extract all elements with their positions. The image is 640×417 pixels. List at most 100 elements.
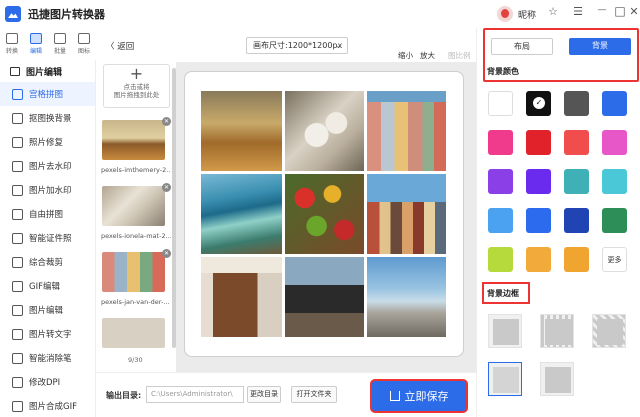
collage-cell[interactable] [285,257,364,337]
file-thumbnail[interactable] [102,120,165,160]
menu-item-grid-collage[interactable]: 宫格拼图 [0,82,95,106]
color-swatch[interactable] [564,208,589,233]
picture-icon [78,33,90,44]
file-thumbnail[interactable] [102,186,165,226]
collage-cell[interactable] [367,257,446,337]
edit-icon [30,33,42,44]
color-swatch[interactable] [564,247,589,272]
color-swatch[interactable] [526,208,551,233]
file-thumbnail[interactable] [102,318,165,348]
add-image-dropzone[interactable]: + 点击或将 图片拖拽到此处 [103,64,170,108]
collage-cell[interactable] [367,91,446,171]
collage-cell[interactable] [201,91,282,171]
menu-item-label: GIF编辑 [29,282,60,292]
rail-icon-tool[interactable]: 图标 [72,28,96,60]
color-swatch[interactable] [488,130,513,155]
minimize-button[interactable]: — [594,5,610,15]
collage-cell[interactable] [201,174,282,254]
collage-canvas[interactable] [189,76,459,352]
menu-item-label: 图片编辑 [29,306,64,316]
menu-item-cutout[interactable]: 抠图换背景 [0,106,95,130]
eraser-icon [12,352,23,364]
color-swatch[interactable] [488,169,513,194]
color-swatch[interactable] [564,91,589,116]
menu-item-gif-edit[interactable]: GIF编辑 [0,274,95,298]
menu-item-photo-repair[interactable]: 照片修复 [0,130,95,154]
rail-convert[interactable]: 转换 [0,28,24,60]
color-swatch[interactable] [488,208,513,233]
tab-layout[interactable]: 布局 [491,38,553,55]
more-colors-button[interactable]: 更多 [602,247,627,272]
collage-cell[interactable] [201,257,282,337]
color-swatch[interactable] [526,247,551,272]
menu-item-dpi[interactable]: 修改DPI [0,370,95,394]
border-preview [493,319,519,345]
collage-cell[interactable] [285,91,364,171]
change-directory-button[interactable]: 更改目录 [247,386,281,403]
color-swatch[interactable] [602,130,627,155]
menu-item-image-edit[interactable]: 图片编辑 [0,298,95,322]
batch-icon [54,33,66,44]
border-preview [493,367,519,393]
color-swatch[interactable] [526,130,551,155]
menu-item-crop[interactable]: 综合裁剪 [0,250,95,274]
menu-item-id-photo[interactable]: 智能证件照 [0,226,95,250]
user-name[interactable]: 昵称 [518,8,536,21]
color-swatch[interactable] [488,91,513,116]
menu-header[interactable]: 图片编辑 [0,60,95,82]
menu-item-free-collage[interactable]: 自由拼图 [0,202,95,226]
gif-icon [12,280,23,292]
color-swatch[interactable] [602,208,627,233]
zoom-in-button[interactable]: 放大 [420,50,435,61]
color-swatch[interactable] [526,169,551,194]
save-now-button[interactable]: 立即保存 [372,381,466,411]
file-counter: 9/30 [128,356,143,364]
color-swatch[interactable]: ✓ [526,91,551,116]
gif-compose-icon [12,400,23,412]
canvas-size-select[interactable]: 画布尺寸:1200*1200px ⌄ [246,37,348,54]
menu-item-gif-compose[interactable]: 图片合成GIF [0,394,95,417]
fit-ratio-button[interactable]: 图比例 [448,50,471,61]
menu-icon[interactable]: ☰ [570,5,586,18]
color-swatch[interactable] [488,247,513,272]
color-swatch[interactable] [564,130,589,155]
collage-cell[interactable] [367,174,446,254]
open-folder-button[interactable]: 打开文件夹 [291,386,337,403]
menu-header-label: 图片编辑 [26,67,63,78]
avatar[interactable] [497,6,513,22]
menu-item-label: 图片转文字 [29,330,72,340]
zoom-out-button[interactable]: 缩小 [398,50,413,61]
remove-watermark-icon [12,160,23,172]
pin-icon[interactable]: ☆ [545,5,561,18]
menu-item-label: 修改DPI [29,378,61,388]
back-button[interactable]: 〈 返回 [106,40,134,52]
border-style-stamp[interactable] [540,314,574,348]
border-style-zigzag[interactable] [592,314,626,348]
color-swatch[interactable] [602,91,627,116]
menu-item-remove-watermark[interactable]: 图片去水印 [0,154,95,178]
menu-item-ocr[interactable]: 图片转文字 [0,322,95,346]
collage-cell[interactable] [285,174,364,254]
menu-item-eraser[interactable]: 智能消除笔 [0,346,95,370]
color-swatch[interactable] [564,169,589,194]
file-thumbnail[interactable] [102,252,165,292]
close-button[interactable]: ✕ [626,5,640,18]
rail-batch[interactable]: 批量 [48,28,72,60]
output-path-field[interactable]: C:\Users\Administrator\ [146,386,244,403]
save-label: 立即保存 [404,390,449,403]
user-account[interactable]: 昵称 [497,6,536,22]
canvas-size-value: 画布尺寸:1200*1200px [253,41,343,50]
mode-rail: 转换 编辑 批量 图标 [0,28,96,60]
border-style-wave[interactable] [540,362,574,396]
border-style-plain[interactable] [488,314,522,348]
menu-item-add-watermark[interactable]: 图片加水印 [0,178,95,202]
id-photo-icon [12,232,23,244]
rail-edit[interactable]: 编辑 [24,28,48,60]
remove-file-icon[interactable]: ✕ [162,183,171,192]
color-swatch[interactable] [602,169,627,194]
remove-file-icon[interactable]: ✕ [162,249,171,258]
bg-border-section: 背景边框 [482,282,530,304]
tab-background[interactable]: 背景 [569,38,631,55]
remove-file-icon[interactable]: ✕ [162,117,171,126]
border-style-scallop[interactable] [488,362,522,396]
